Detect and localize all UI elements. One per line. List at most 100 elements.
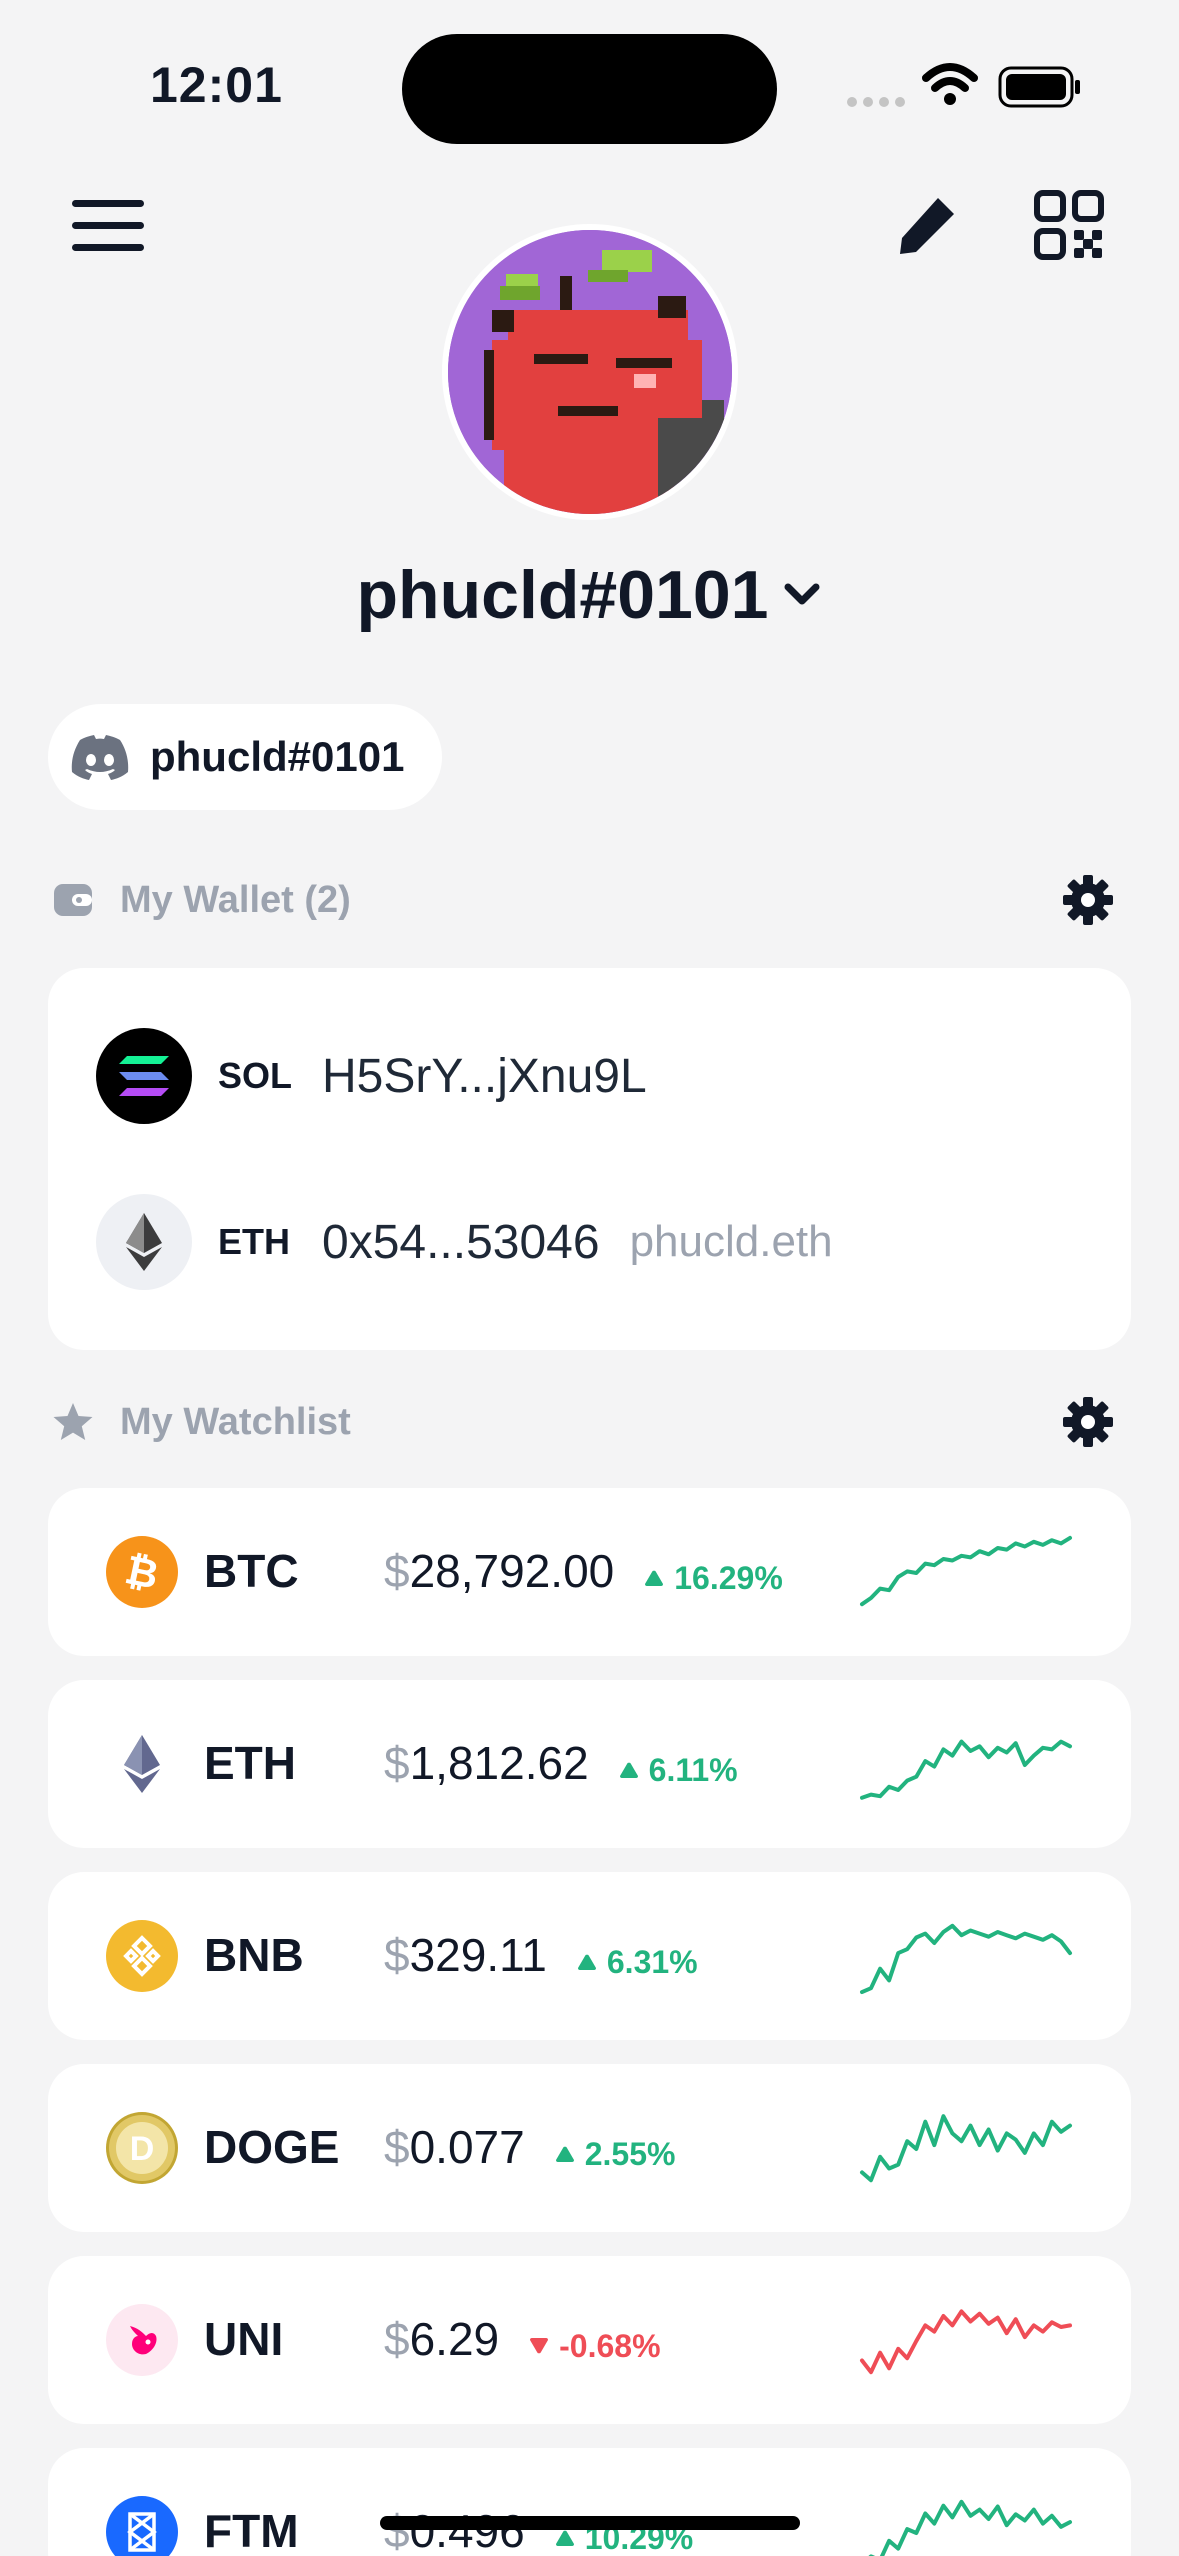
coin-change: 6.11% bbox=[619, 1752, 738, 1789]
coin-change-value: 2.55% bbox=[584, 2135, 676, 2172]
cellular-signal-icon bbox=[847, 97, 905, 107]
coin-price: $329.11 6.31% bbox=[384, 1928, 698, 1982]
coin-price-value: 1,812.62 bbox=[409, 1737, 589, 1789]
coin-change-value: 6.31% bbox=[606, 1943, 698, 1980]
star-icon bbox=[53, 1403, 93, 1440]
account-switcher[interactable]: phucld#0101 bbox=[0, 556, 1179, 634]
coin-change-value: 6.11% bbox=[648, 1751, 738, 1788]
coin-change-value: 16.29% bbox=[674, 1559, 783, 1596]
triangle-up-icon bbox=[577, 1954, 596, 1970]
chevron-down-icon bbox=[784, 583, 820, 605]
status-time: 12:01 bbox=[150, 57, 283, 113]
watchlist-item-btc[interactable]: ₿ BTC $28,792.00 16.29% bbox=[48, 1488, 1131, 1656]
price-sparkline bbox=[860, 1535, 1072, 1607]
wallet-icon bbox=[54, 884, 92, 916]
ethereum-icon bbox=[96, 1194, 192, 1290]
pixel-apple-avatar-image bbox=[448, 230, 732, 514]
sparkline-path bbox=[868, 2499, 1072, 2556]
wallet-row-sol[interactable]: SOL H5SrY...jXnu9L bbox=[96, 1028, 647, 1124]
sparkline-path bbox=[860, 1923, 1072, 1995]
edit-profile-button[interactable] bbox=[896, 192, 960, 258]
currency-symbol: $ bbox=[384, 2505, 410, 2556]
watchlist-item-doge[interactable]: D DOGE $0.077 2.55% bbox=[48, 2064, 1131, 2232]
menu-button[interactable] bbox=[70, 196, 146, 256]
sparkline-path bbox=[860, 2309, 1072, 2375]
uniswap-icon bbox=[106, 2304, 178, 2376]
coin-symbol: UNI bbox=[204, 2313, 284, 2365]
bnb-icon bbox=[106, 1920, 178, 1992]
triangle-up-icon bbox=[555, 2146, 574, 2162]
fantom-icon bbox=[106, 2496, 178, 2556]
discord-account-chip[interactable]: phucld#0101 bbox=[48, 704, 442, 810]
coin-change: -0.68% bbox=[529, 2327, 661, 2365]
wallet-chain-label: SOL bbox=[218, 1055, 293, 1096]
bitcoin-icon: ₿ bbox=[106, 1536, 178, 1608]
sparkline-path bbox=[860, 1535, 1072, 1607]
price-sparkline bbox=[860, 1739, 1072, 1800]
coin-price: $0.496 10.29% bbox=[384, 2504, 693, 2556]
svg-text:₿: ₿ bbox=[122, 1548, 162, 1596]
watchlist-item-ftm[interactable]: FTM $0.496 10.29% bbox=[48, 2448, 1131, 2556]
wifi-icon bbox=[922, 63, 978, 105]
watchlist-section-header: My Watchlist bbox=[52, 1392, 1132, 1452]
wallet-address: H5SrY...jXnu9L bbox=[322, 1049, 647, 1103]
coin-symbol: FTM bbox=[204, 2505, 299, 2556]
coin-change: 2.55% bbox=[555, 2135, 676, 2173]
coin-price: $1,812.62 6.11% bbox=[384, 1736, 738, 1790]
sparkline-path bbox=[860, 2114, 1072, 2183]
home-indicator[interactable] bbox=[380, 2516, 800, 2530]
coin-symbol: BNB bbox=[204, 1929, 304, 1981]
currency-symbol: $ bbox=[384, 1545, 410, 1597]
hamburger-icon bbox=[72, 200, 144, 251]
triangle-up-icon bbox=[555, 2530, 574, 2546]
coin-price-value: 0.496 bbox=[409, 2505, 525, 2556]
avatar[interactable] bbox=[442, 224, 738, 520]
coin-price-value: 6.29 bbox=[409, 2313, 500, 2365]
qr-code-button[interactable] bbox=[1034, 190, 1104, 260]
qr-code-icon bbox=[1034, 190, 1104, 260]
wallet-row-eth[interactable]: ETH 0x54...53046 phucld.eth bbox=[96, 1194, 833, 1290]
price-sparkline bbox=[860, 2309, 1072, 2375]
currency-symbol: $ bbox=[384, 2313, 410, 2365]
currency-symbol: $ bbox=[384, 2121, 410, 2173]
price-sparkline bbox=[868, 2499, 1072, 2556]
wallet-settings-gear-icon[interactable] bbox=[1062, 874, 1114, 926]
triangle-up-icon bbox=[645, 1570, 664, 1586]
triangle-down-icon bbox=[530, 2338, 549, 2354]
coin-price-value: 329.11 bbox=[409, 1929, 547, 1981]
pencil-icon bbox=[900, 198, 954, 254]
watchlist-item-bnb[interactable]: BNB $329.11 6.31% bbox=[48, 1872, 1131, 2040]
wallet-section-title: My Wallet (2) bbox=[120, 878, 351, 921]
watchlist-item-eth[interactable]: ETH $1,812.62 6.11% bbox=[48, 1680, 1131, 1848]
discord-icon bbox=[71, 735, 129, 780]
wallet-address: 0x54...53046 bbox=[322, 1215, 600, 1269]
username-title: phucld#0101 bbox=[356, 557, 769, 633]
watchlist-section-title: My Watchlist bbox=[120, 1400, 351, 1443]
price-sparkline bbox=[860, 2114, 1072, 2183]
coin-price: $0.077 2.55% bbox=[384, 2120, 675, 2174]
coin-change-value: -0.68% bbox=[559, 2327, 661, 2364]
coin-change: 16.29% bbox=[644, 1560, 783, 1597]
currency-symbol: $ bbox=[384, 1929, 410, 1981]
wallet-ens-name: phucld.eth bbox=[629, 1217, 833, 1266]
coin-change: 6.31% bbox=[577, 1944, 698, 1981]
coin-price: $6.29 -0.68% bbox=[384, 2312, 661, 2366]
battery-icon bbox=[998, 66, 1080, 108]
ethereum-icon bbox=[106, 1728, 178, 1800]
wallet-section-header: My Wallet (2) bbox=[52, 870, 1132, 930]
solana-icon bbox=[96, 1028, 192, 1124]
coin-symbol: BTC bbox=[204, 1545, 299, 1597]
dynamic-island bbox=[402, 34, 777, 144]
triangle-up-icon bbox=[619, 1762, 638, 1778]
coin-price: $28,792.00 16.29% bbox=[384, 1544, 783, 1598]
watchlist-item-uni[interactable]: UNI $6.29 -0.68% bbox=[48, 2256, 1131, 2424]
coin-symbol: ETH bbox=[204, 1737, 296, 1789]
price-sparkline bbox=[860, 1923, 1072, 1995]
currency-symbol: $ bbox=[384, 1737, 410, 1789]
discord-username: phucld#0101 bbox=[150, 733, 405, 780]
coin-price-value: 28,792.00 bbox=[409, 1545, 615, 1597]
coin-symbol: DOGE bbox=[204, 2121, 340, 2173]
wallet-list-card: SOL H5SrY...jXnu9L ETH 0x54...53046 phuc… bbox=[48, 968, 1131, 1350]
watchlist-settings-gear-icon[interactable] bbox=[1062, 1396, 1114, 1448]
svg-text:D: D bbox=[130, 2130, 155, 2168]
